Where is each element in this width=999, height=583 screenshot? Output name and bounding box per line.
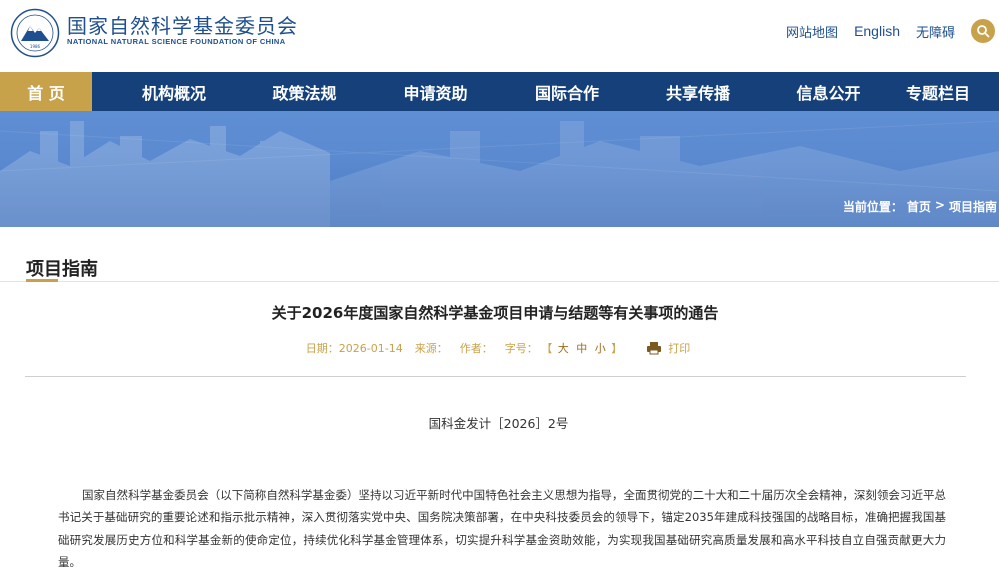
print-button[interactable]: 打印 (646, 340, 690, 356)
org-name-cn[interactable]: 国家自然科学基金委员会 (67, 10, 298, 39)
font-size-medium-button[interactable]: 中 (576, 342, 587, 355)
breadcrumb-separator: > (934, 198, 945, 212)
search-icon (977, 25, 990, 38)
section-title-underline (26, 279, 58, 282)
utility-links: 网站地图 English 无障碍 (786, 19, 999, 43)
nav-item-topics[interactable]: 专题栏目 (877, 72, 999, 111)
english-link[interactable]: English (854, 23, 900, 39)
nav-item-about[interactable]: 机构概况 (92, 72, 256, 111)
meta-date-label: 日期： (305, 342, 339, 355)
breadcrumb: 当前位置： 首页 > 项目指南 (843, 198, 997, 215)
article-meta: 日期：2026-01-14 来源： 作者： 字号： 【 大 中 小 】 打印 (0, 340, 990, 356)
nav-item-home[interactable]: 首 页 (0, 72, 92, 111)
print-label: 打印 (668, 342, 691, 355)
nav-item-policy[interactable]: 政策法规 (256, 72, 353, 111)
section-title: 项目指南 (26, 259, 98, 280)
meta-source-label: 来源： (414, 342, 448, 355)
sitemap-link[interactable]: 网站地图 (786, 22, 838, 41)
logo-year: 1986 (30, 44, 41, 49)
meta-date-value: 2026-01-14 (338, 342, 403, 355)
meta-font-size: 字号： 【 大 中 小 】 (505, 340, 623, 356)
breadcrumb-home-link[interactable]: 首页 (907, 198, 931, 215)
article-body-paragraph: 国家自然科学基金委员会（以下简称自然科学基金委）坚持以习近平新时代中国特色社会主… (58, 488, 946, 569)
meta-author-label: 作者： (459, 342, 493, 355)
nav-item-funding[interactable]: 申请资助 (353, 72, 518, 111)
article-divider (25, 376, 966, 377)
nav-item-disclosure[interactable]: 信息公开 (780, 72, 877, 111)
main-nav: 首 页 机构概况 政策法规 申请资助 国际合作 共享传播 信息公开 专题栏目 (0, 72, 999, 111)
printer-icon (647, 342, 662, 355)
nsfc-logo-emblem[interactable]: 1986 (10, 8, 60, 58)
font-size-bracket-close: 】 (611, 342, 623, 355)
document-number: 国科金发计［2026］2号 (428, 416, 569, 431)
section-divider (0, 281, 999, 282)
meta-date: 日期：2026-01-14 (306, 340, 403, 356)
font-size-label: 字号： (504, 342, 538, 355)
nav-item-sharing[interactable]: 共享传播 (616, 72, 780, 111)
font-size-large-button[interactable]: 大 (558, 342, 569, 355)
breadcrumb-prefix: 当前位置： (842, 200, 903, 214)
article-title: 关于2026年度国家自然科学基金项目申请与结题等有关事项的通告 (271, 304, 719, 322)
org-name-en: NATIONAL NATURAL SCIENCE FOUNDATION OF C… (67, 37, 286, 46)
accessibility-link[interactable]: 无障碍 (916, 22, 955, 41)
font-size-small-button[interactable]: 小 (595, 342, 606, 355)
font-size-bracket-open: 【 (541, 342, 553, 355)
site-header: 1986 国家自然科学基金委员会 NATIONAL NATURAL SCIENC… (0, 0, 999, 72)
search-button[interactable] (971, 19, 995, 43)
page-banner: 当前位置： 首页 > 项目指南 (0, 111, 999, 227)
breadcrumb-current[interactable]: 项目指南 (949, 198, 997, 215)
nav-item-international[interactable]: 国际合作 (518, 72, 616, 111)
